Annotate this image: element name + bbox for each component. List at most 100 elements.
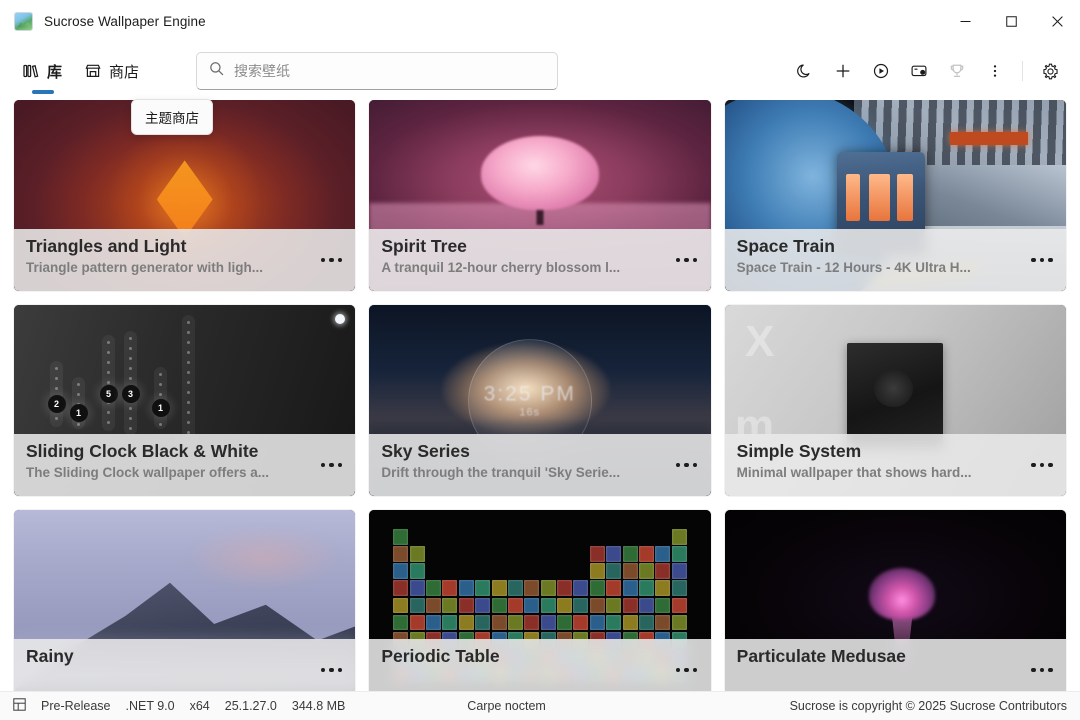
wallpaper-card[interactable]: Space Train Space Train - 12 Hours - 4K U… [724, 100, 1066, 291]
status-bar-left: Pre-Release .NET 9.0 x64 25.1.27.0 344.8… [13, 698, 345, 714]
library-icon [22, 62, 40, 80]
grid-icon [13, 698, 26, 714]
wallpaper-card-footer: Periodic Table [369, 639, 711, 691]
wallpaper-card-more-icon-button[interactable] [1027, 453, 1057, 477]
wallpaper-card-more-icon-button[interactable] [672, 248, 702, 272]
clock-dots [102, 341, 115, 424]
search-input[interactable] [234, 53, 548, 89]
toolbar: 库 商店 [0, 42, 1080, 100]
app-logo-icon [14, 11, 33, 31]
wallpaper-card-description: The Sliding Clock wallpaper offers a... [26, 465, 270, 481]
wallpaper-card-more-icon-button[interactable] [316, 453, 346, 477]
tab-library[interactable]: 库 [14, 56, 72, 94]
wallpaper-card-footer: Spirit Tree A tranquil 12-hour cherry blo… [369, 229, 711, 291]
thumb-tree [480, 135, 599, 210]
wallpaper-card-title: Space Train [736, 236, 835, 256]
wallpaper-card-title: Sky Series [381, 441, 470, 461]
wallpaper-card[interactable]: Rainy [14, 510, 356, 691]
plus-icon-button[interactable] [825, 53, 861, 89]
wallpaper-card-footer: Rainy [14, 639, 356, 691]
toolbar-divider [1022, 61, 1023, 81]
wallpaper-card-more-icon-button[interactable] [1027, 658, 1057, 682]
wallpaper-card[interactable]: Particulate Medusae [724, 510, 1066, 691]
wallpaper-card-footer: Sliding Clock Black & White The Sliding C… [14, 434, 356, 496]
wallpaper-card-title: Periodic Table [381, 646, 500, 666]
wallpaper-card[interactable]: 2 1 5 3 1 Sliding Clock Black & White The Slid… [14, 305, 356, 496]
wallpaper-card-footer: Particulate Medusae [724, 639, 1066, 691]
window-title: Sucrose Wallpaper Engine [44, 13, 206, 29]
wallpaper-card-footer: Triangles and Light Triangle pattern gene… [14, 229, 356, 291]
clock-digit: 1 [69, 404, 88, 423]
thumb-sign [950, 132, 1029, 146]
wallpaper-card-description: Triangle pattern generator with ligh... [26, 260, 264, 276]
clock-dots [182, 321, 195, 444]
title-bar: Sucrose Wallpaper Engine [0, 0, 1080, 42]
status-bar: Pre-Release .NET 9.0 x64 25.1.27.0 344.8… [0, 691, 1080, 720]
nav-tabs: 库 商店 [0, 56, 149, 94]
clock-digit: 5 [99, 384, 118, 403]
tab-library-label: 库 [47, 63, 63, 81]
thumb-sky-blush [184, 525, 342, 591]
search-area [196, 52, 559, 90]
tab-store-label: 商店 [109, 63, 140, 81]
search-box[interactable] [196, 52, 559, 90]
wallpaper-card[interactable]: 3:25 PM 16s Sky Series Drift through the tr… [369, 305, 711, 496]
wallpaper-card[interactable]: Periodic Table [369, 510, 711, 691]
moon-icon-button[interactable] [787, 53, 823, 89]
wallpaper-card-title: Spirit Tree [381, 236, 467, 256]
search-icon [209, 61, 224, 81]
clock-dots [124, 337, 137, 430]
wallpaper-card-footer: Space Train Space Train - 12 Hours - 4K U… [724, 229, 1066, 291]
maximize-button[interactable] [988, 0, 1034, 42]
wallpaper-card-description: A tranquil 12-hour cherry blossom l... [381, 260, 621, 276]
title-bar-left: Sucrose Wallpaper Engine [0, 11, 206, 31]
wallpaper-grid: Triangles and Light Triangle pattern gene… [0, 100, 1080, 691]
tab-store[interactable]: 商店 [76, 56, 149, 87]
window-controls [942, 0, 1080, 42]
wallpaper-card-more-icon-button[interactable] [316, 248, 346, 272]
wallpaper-card-footer: Simple System Minimal wallpaper that show… [724, 434, 1066, 496]
wallpaper-card-title: Triangles and Light [26, 236, 187, 256]
wallpaper-card-more-icon-button[interactable] [1027, 248, 1057, 272]
wallpaper-card-description: Space Train - 12 Hours - 4K Ultra H... [736, 260, 971, 276]
toolbar-actions [787, 53, 1080, 89]
tab-active-underline [32, 90, 54, 94]
wallpaper-card[interactable]: Spirit Tree A tranquil 12-hour cherry blo… [369, 100, 711, 291]
wallpaper-card-title: Rainy [26, 646, 74, 666]
thumb-clock-text: 3:25 PM 16s [483, 382, 576, 419]
status-runtime: .NET 9.0 [125, 699, 175, 713]
thumb-motherboard [847, 342, 944, 447]
store-tooltip: 主题商店 [131, 99, 213, 135]
status-copyright: Sucrose is copyright © 2025 Sucrose Cont… [789, 699, 1067, 713]
wallpaper-card-title: Particulate Medusae [736, 646, 906, 666]
wallpaper-card-more-icon-button[interactable] [316, 658, 346, 682]
gear-icon-button[interactable] [1032, 53, 1068, 89]
status-version: 25.1.27.0 [224, 699, 277, 713]
monitor-icon-button[interactable] [901, 53, 937, 89]
wallpaper-card-title: Simple System [736, 441, 862, 461]
wallpaper-card-more-icon-button[interactable] [672, 658, 702, 682]
close-button[interactable] [1034, 0, 1080, 42]
status-motto: Carpe noctem [467, 699, 546, 713]
wallpaper-card[interactable]: Xm Simple System Minimal wallpaper that sh… [724, 305, 1066, 496]
clock-digit: 3 [121, 385, 140, 404]
minimize-button[interactable] [942, 0, 988, 42]
thumb-bell [869, 568, 936, 621]
clock-digit: 2 [47, 395, 66, 414]
status-memory: 344.8 MB [291, 699, 346, 713]
wallpaper-card-description: Drift through the tranquil 'Sky Serie... [381, 465, 621, 481]
wallpaper-card-description: Minimal wallpaper that shows hard... [736, 465, 972, 481]
library-content: Triangles and Light Triangle pattern gene… [0, 100, 1080, 691]
more-vertical-icon-button[interactable] [977, 53, 1013, 89]
status-channel: Pre-Release [41, 699, 111, 713]
play-circle-icon-button[interactable] [863, 53, 899, 89]
status-arch: x64 [189, 699, 210, 713]
clock-digit: 1 [151, 399, 170, 418]
trophy-icon-button[interactable] [939, 53, 975, 89]
wallpaper-card-title: Sliding Clock Black & White [26, 441, 259, 461]
wallpaper-card-footer: Sky Series Drift through the tranquil 'Sk… [369, 434, 711, 496]
app-window: Sucrose Wallpaper Engine 库 商店 搜索壁纸 主题商店 … [0, 0, 1080, 720]
wallpaper-card-more-icon-button[interactable] [672, 453, 702, 477]
store-icon [84, 62, 102, 80]
thumb-ghost-x: X [745, 317, 775, 367]
